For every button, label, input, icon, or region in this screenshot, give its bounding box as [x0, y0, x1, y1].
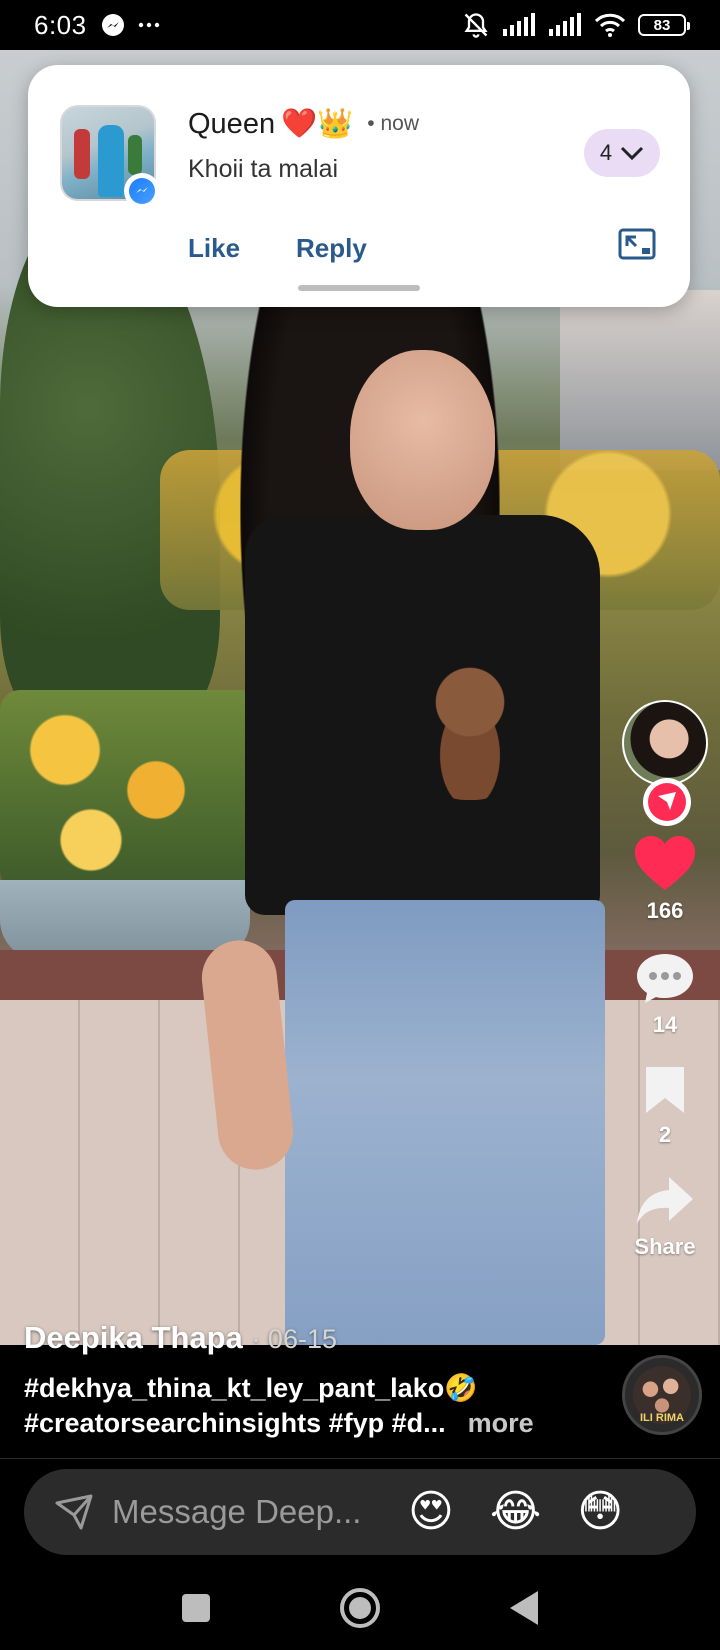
back-button[interactable]	[510, 1590, 538, 1625]
sender-name: Queen	[188, 107, 276, 140]
home-button[interactable]	[340, 1587, 380, 1628]
chevron-down-icon	[621, 146, 644, 161]
music-disc[interactable]: ILI RIMA	[622, 1355, 702, 1435]
follow-button[interactable]	[643, 778, 691, 826]
like-button[interactable]: 166	[633, 834, 697, 924]
author-name[interactable]: Deepika Thapa	[24, 1320, 243, 1355]
share-button[interactable]: Share	[634, 1174, 696, 1260]
picture-in-picture-icon[interactable]	[618, 228, 656, 260]
heart-eyes-emoji-button[interactable]: 😍	[408, 1490, 454, 1534]
silent-bell-icon	[464, 13, 488, 38]
send-icon[interactable]	[54, 1493, 94, 1531]
caption-hashtags[interactable]: #creatorsearchinsights #fyp #d...	[24, 1408, 446, 1438]
share-arrow-icon	[637, 1177, 693, 1224]
divider	[0, 1458, 720, 1459]
signal-icon	[503, 13, 535, 36]
laughing-emoji-button[interactable]: 😂	[490, 1490, 541, 1534]
avatar-figure	[128, 135, 142, 175]
message-count: 4	[599, 140, 613, 165]
message-bar[interactable]: Message Deep... 😍 😂 😳	[24, 1469, 696, 1555]
post-date: · 06-15	[251, 1324, 337, 1354]
like-count: 166	[646, 898, 684, 923]
avatar-figure	[74, 129, 90, 179]
messenger-icon	[101, 14, 124, 36]
subject-arm	[198, 936, 297, 1174]
reply-action-button[interactable]: Reply	[296, 233, 367, 264]
message-input[interactable]: Message Deep...	[112, 1493, 374, 1531]
more-button[interactable]: more	[468, 1408, 534, 1438]
message-notification[interactable]: Queen ❤️👑 • now Khoii ta malai 4 Like Re…	[28, 65, 690, 307]
messenger-badge-icon	[124, 173, 160, 209]
recents-button[interactable]	[182, 1593, 210, 1622]
status-time: 6:03	[34, 9, 87, 40]
flushed-emoji-button[interactable]: 😳	[577, 1490, 623, 1534]
avatar-figure	[98, 125, 124, 197]
bookmark-icon	[646, 1067, 684, 1113]
bookmark-count: 2	[658, 1122, 672, 1147]
notification-time: • now	[367, 112, 420, 135]
status-bar: 6:03 83	[0, 0, 720, 50]
status-left-icons	[101, 13, 161, 37]
shirt-bear-graphic	[415, 660, 525, 800]
share-label: Share	[634, 1234, 696, 1259]
sender-emoji: ❤️👑	[281, 108, 354, 140]
caption-text[interactable]: #dekhya_thina_kt_ley_pant_lako🤣	[24, 1372, 478, 1404]
action-rail: 166 14 2 Share	[622, 700, 708, 1260]
subject-jeans	[285, 900, 605, 1345]
status-right-icons: 83	[462, 11, 690, 39]
signal-icon	[549, 13, 581, 36]
message-count-toggle[interactable]: 4	[584, 129, 660, 177]
wifi-icon	[594, 13, 626, 37]
notification-drag-handle[interactable]	[298, 285, 420, 291]
creator-avatar-group	[622, 700, 708, 830]
more-dots-icon	[138, 22, 159, 28]
music-disc-text: ILI RIMA	[640, 1412, 684, 1424]
heart-icon	[635, 836, 695, 890]
bookmark-button[interactable]: 2	[642, 1064, 688, 1148]
system-nav-bar	[0, 1565, 720, 1650]
notification-message: Khoii ta malai	[188, 155, 339, 183]
comment-count: 14	[652, 1012, 678, 1037]
battery-icon: 83	[638, 14, 690, 36]
subject-face	[350, 350, 495, 530]
caption-text[interactable]: #creatorsearchinsights #fyp #d... more	[24, 1408, 534, 1439]
comment-button[interactable]: 14	[634, 950, 696, 1038]
like-action-button[interactable]: Like	[188, 233, 240, 264]
video-subject	[198, 300, 620, 1345]
creator-avatar[interactable]	[622, 700, 708, 786]
author-line[interactable]: Deepika Thapa · 06-15	[24, 1320, 337, 1356]
comment-icon	[637, 954, 693, 1003]
battery-level: 83	[653, 16, 671, 34]
notification-sender: Queen ❤️👑 • now	[188, 107, 419, 141]
send-follow-icon	[648, 783, 686, 821]
